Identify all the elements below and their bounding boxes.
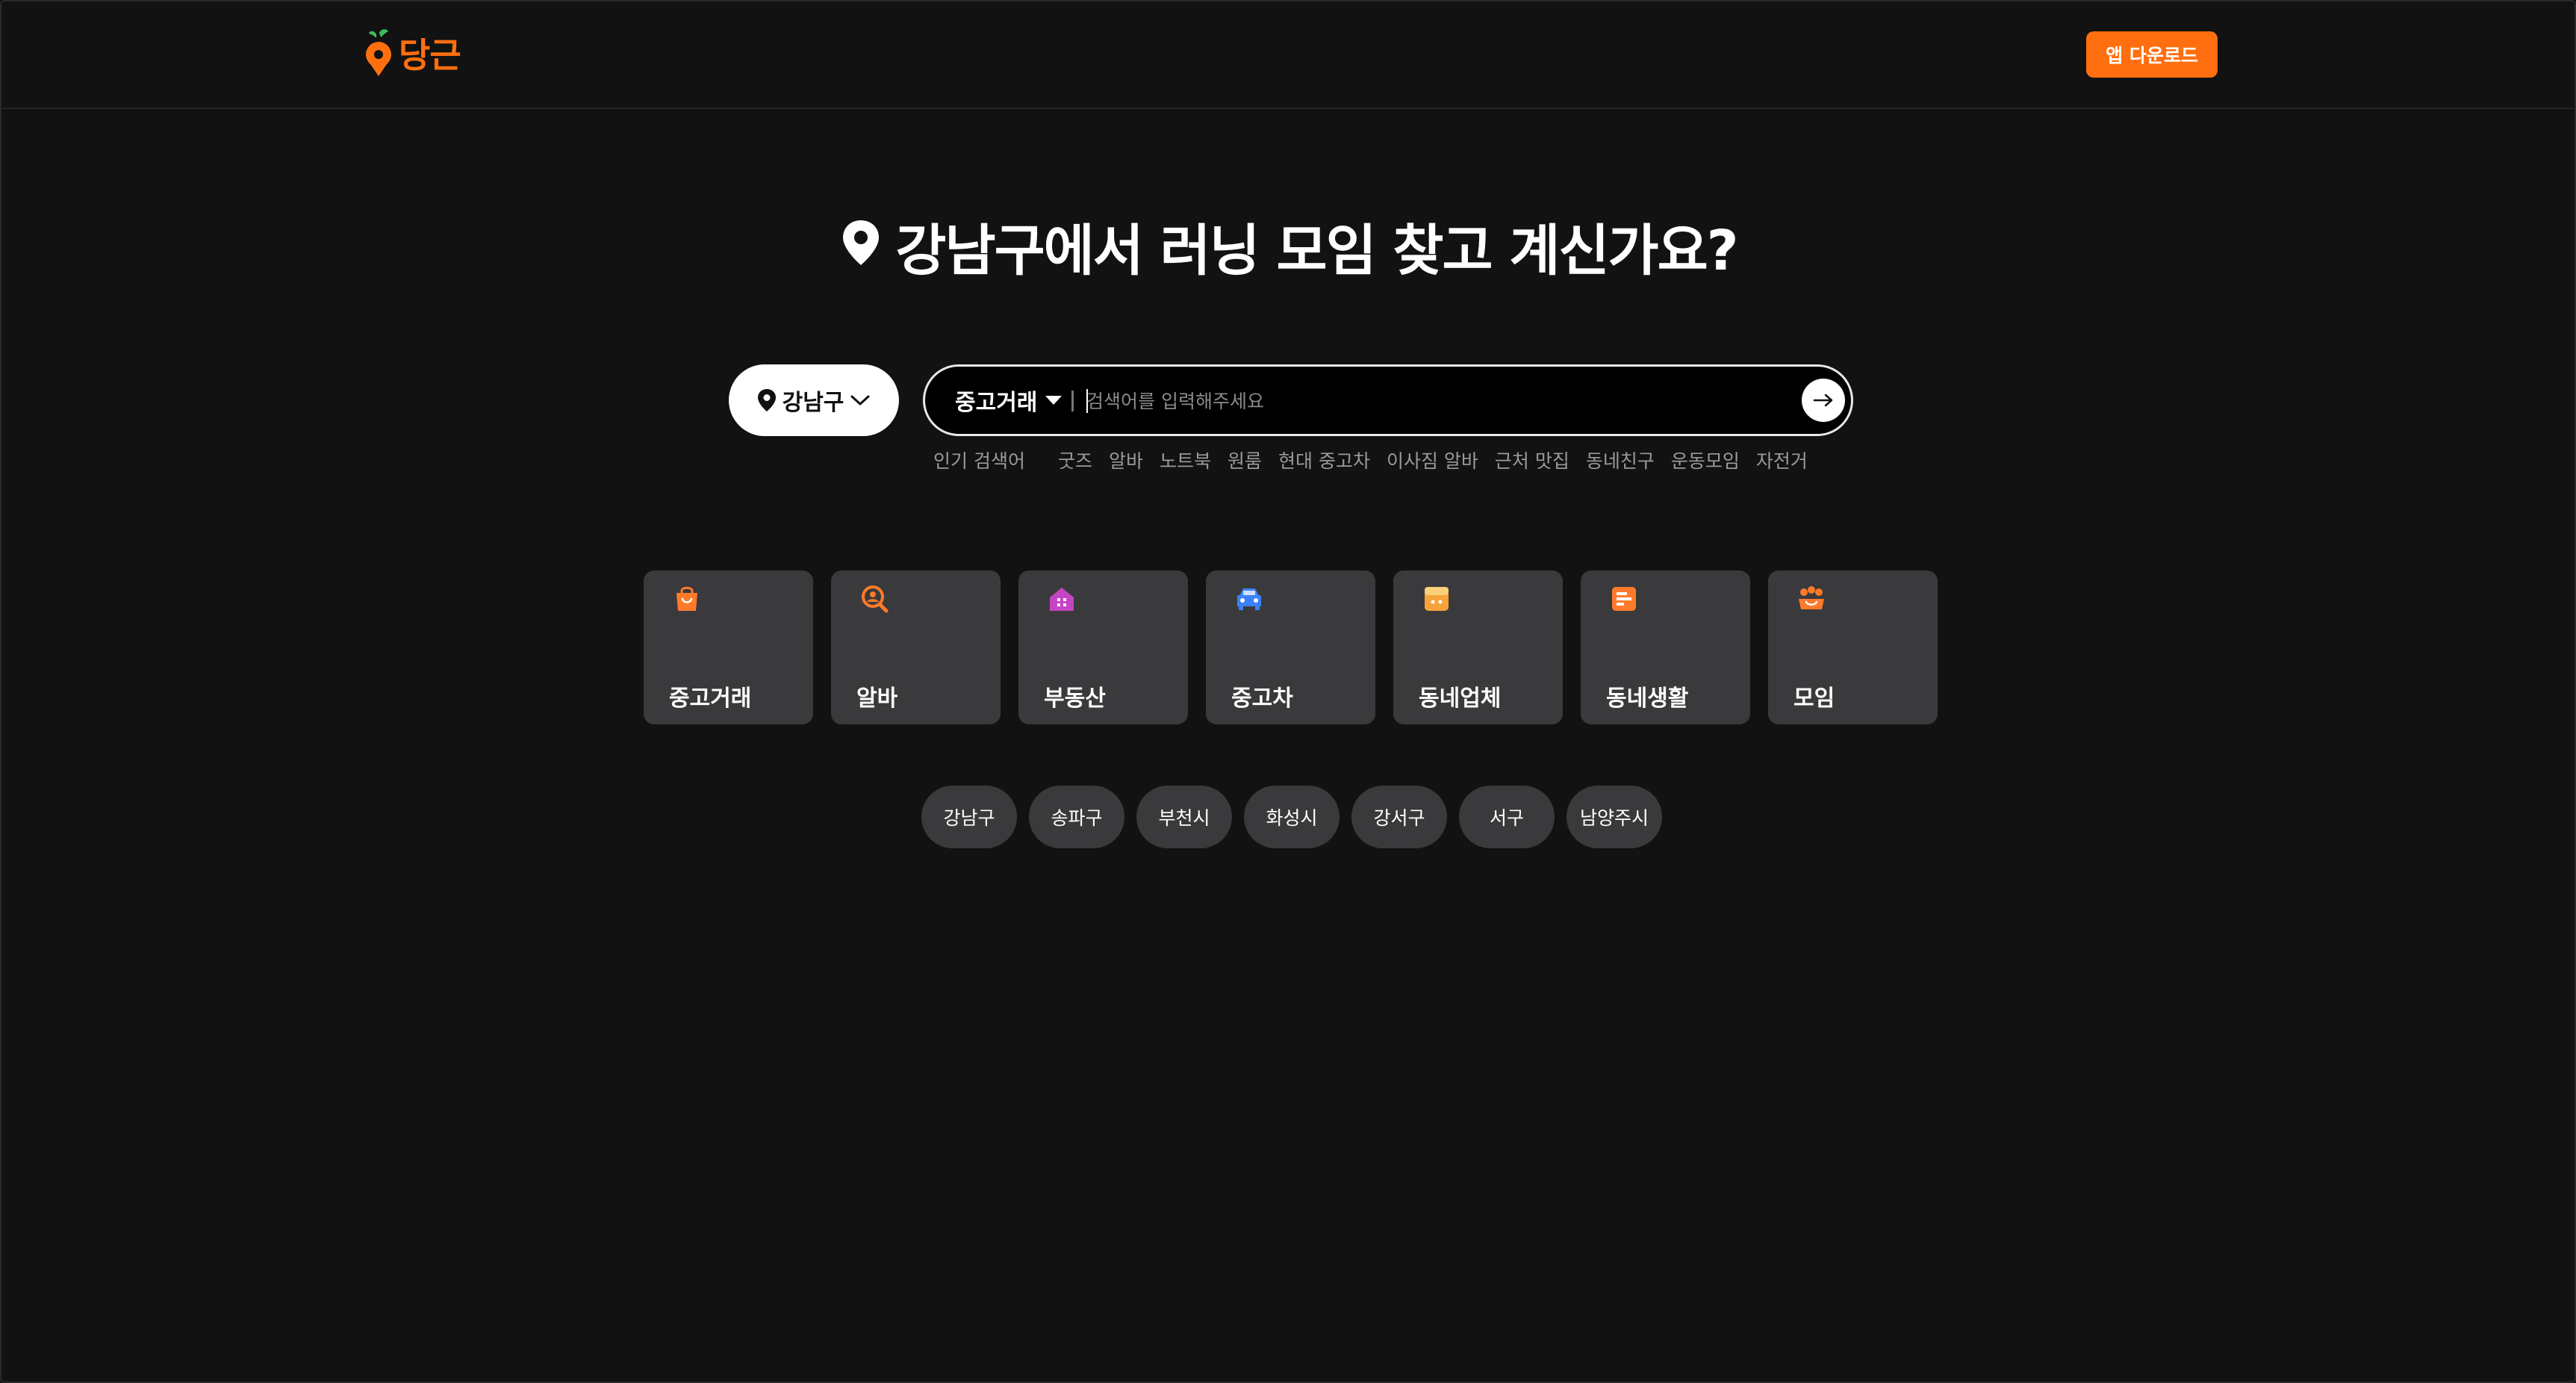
group-icon <box>1799 586 1824 609</box>
location-pin-icon <box>757 389 776 411</box>
search-submit-button[interactable] <box>1802 379 1845 422</box>
carrot-logo-icon <box>366 29 391 76</box>
location-pin-icon <box>843 220 880 265</box>
hero-title: 강남구에서 러닝 모임 찾고 계신가요? <box>895 218 1738 283</box>
category-label: 중고차 <box>1231 686 1293 712</box>
region-chip[interactable]: 강서구 <box>1351 786 1447 848</box>
popular-keyword[interactable]: 이사짐 알바 <box>1387 447 1478 473</box>
popular-keyword[interactable]: 동네친구 <box>1586 447 1655 473</box>
category-label: 동네생활 <box>1606 686 1689 712</box>
region-chip[interactable]: 화성시 <box>1244 786 1340 848</box>
category-select-label: 중고거래 <box>955 390 1038 416</box>
popular-keyword[interactable]: 자전거 <box>1756 447 1808 473</box>
category-label: 모임 <box>1793 686 1835 712</box>
app-download-button[interactable]: 앱 다운로드 <box>2086 31 2218 78</box>
popular-keyword[interactable]: 운동모임 <box>1671 447 1740 473</box>
caret-down-icon <box>1045 396 1063 405</box>
house-icon <box>1050 588 1074 611</box>
category-card-jobs[interactable]: 알바 <box>831 571 1001 724</box>
popular-searches-label: 인기 검색어 <box>933 450 1025 472</box>
popular-keyword[interactable]: 현대 중고차 <box>1278 447 1370 473</box>
popular-keyword[interactable]: 노트북 <box>1160 447 1211 473</box>
category-card-used-goods[interactable]: 중고거래 <box>644 571 813 724</box>
search-input[interactable] <box>1085 380 1790 422</box>
category-label: 알바 <box>856 686 898 712</box>
store-icon <box>1425 587 1449 611</box>
category-card-neighborhood-life[interactable]: 동네생활 <box>1581 571 1750 724</box>
job-search-icon <box>862 585 889 613</box>
popular-searches: 인기 검색어 굿즈 알바 노트북 원룸 현대 중고차 이사짐 알바 근처 맛집 … <box>933 445 1824 475</box>
region-chip[interactable]: 부천시 <box>1136 786 1232 848</box>
category-grid: 중고거래 알바 부동산 중고차 동네업체 동네생활 모임 <box>644 571 1938 724</box>
region-chip[interactable]: 송파구 <box>1029 786 1124 848</box>
category-card-local-business[interactable]: 동네업체 <box>1393 571 1563 724</box>
arrow-right-icon <box>1813 394 1833 407</box>
region-chip[interactable]: 서구 <box>1459 786 1555 848</box>
popular-keyword[interactable]: 굿즈 <box>1058 447 1092 473</box>
car-icon <box>1237 588 1261 610</box>
chevron-down-icon <box>850 395 870 405</box>
app-window: 당근 앱 다운로드 강남구에서 러닝 모임 찾고 계신가요? 강남구 중고거래 <box>0 0 2576 1383</box>
popular-keyword[interactable]: 알바 <box>1109 447 1143 473</box>
category-card-used-cars[interactable]: 중고차 <box>1206 571 1375 724</box>
popular-keyword[interactable]: 근처 맛집 <box>1495 447 1569 473</box>
category-label: 동네업체 <box>1419 686 1502 712</box>
region-chips: 강남구 송파구 부천시 화성시 강서구 서구 남양주시 <box>921 786 1662 848</box>
category-label: 중고거래 <box>669 686 752 712</box>
logo-text: 당근 <box>399 35 461 75</box>
region-chip[interactable]: 남양주시 <box>1567 786 1662 848</box>
top-nav: 당근 앱 다운로드 <box>1 1 2575 109</box>
location-selector[interactable]: 강남구 <box>729 364 899 436</box>
category-label: 부동산 <box>1044 686 1106 712</box>
region-chip[interactable]: 강남구 <box>921 786 1017 848</box>
location-label: 강남구 <box>782 390 844 416</box>
search-bar: 중고거래 <box>923 364 1853 436</box>
popular-keyword[interactable]: 원룸 <box>1228 447 1262 473</box>
category-card-real-estate[interactable]: 부동산 <box>1018 571 1188 724</box>
note-icon <box>1612 587 1636 611</box>
category-select[interactable]: 중고거래 <box>955 367 1063 434</box>
category-card-groups[interactable]: 모임 <box>1768 571 1938 724</box>
shopping-bag-icon <box>676 586 697 611</box>
divider <box>1071 391 1074 411</box>
logo[interactable]: 당근 <box>363 27 461 79</box>
hero-section: 강남구에서 러닝 모임 찾고 계신가요? <box>1 205 2575 287</box>
